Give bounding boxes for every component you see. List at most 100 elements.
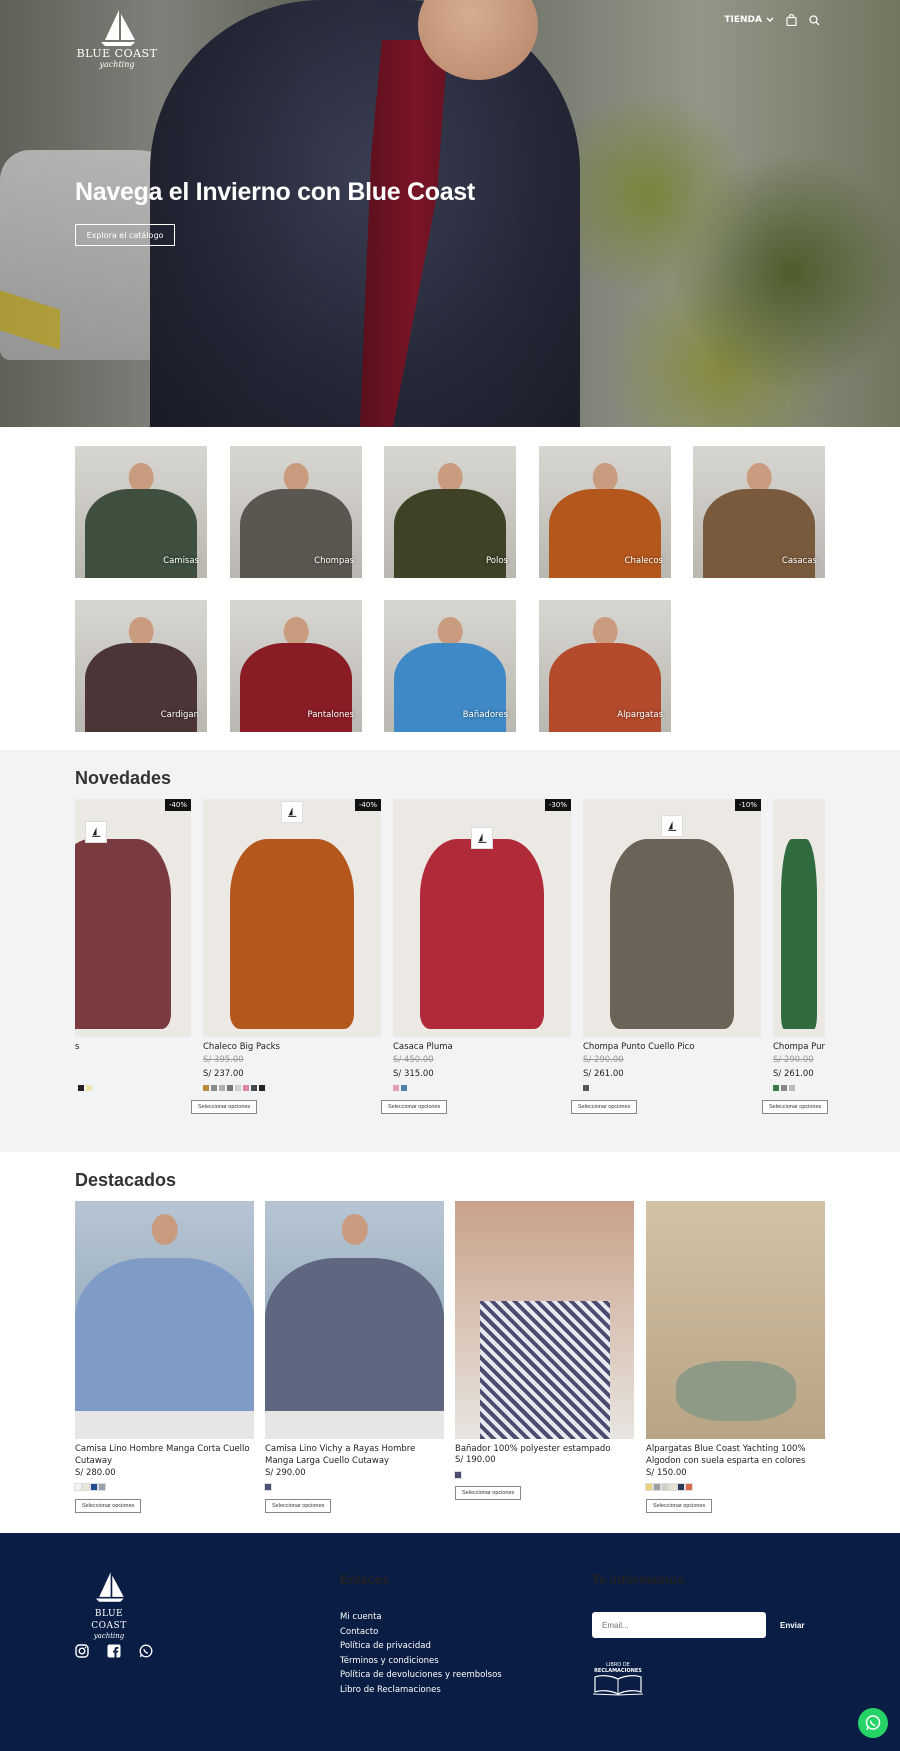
product-image[interactable]: -30% xyxy=(393,799,571,1037)
complaints-book-link[interactable]: LIBRO DE RECLAMACIONES xyxy=(592,1662,644,1700)
color-swatch[interactable] xyxy=(227,1085,233,1091)
product-image[interactable] xyxy=(646,1201,825,1439)
color-swatches xyxy=(583,1085,589,1091)
category-card[interactable]: Cardigan xyxy=(75,600,207,732)
shop-menu[interactable]: TIENDA xyxy=(724,15,774,25)
color-swatch[interactable] xyxy=(86,1085,92,1091)
footer-brand-name: BLUE COAST xyxy=(91,1609,127,1631)
brand-name: BLUE COAST xyxy=(76,47,158,60)
garment xyxy=(676,1361,796,1421)
footer-links-title: Enlaces xyxy=(340,1572,390,1587)
color-swatch[interactable] xyxy=(669,1483,677,1491)
color-swatch[interactable] xyxy=(90,1483,98,1491)
select-options-button[interactable]: Seleccionar opciones xyxy=(265,1499,332,1513)
color-swatch[interactable] xyxy=(219,1085,225,1091)
garment xyxy=(480,1301,610,1439)
select-options-button[interactable]: Seleccionar opciones xyxy=(646,1499,713,1513)
color-swatch[interactable] xyxy=(645,1483,653,1491)
color-swatch[interactable] xyxy=(78,1085,84,1091)
category-label: Chompas xyxy=(314,556,354,566)
color-swatch[interactable] xyxy=(74,1483,82,1491)
color-swatch[interactable] xyxy=(264,1483,272,1491)
category-card[interactable]: Bañadores xyxy=(384,600,516,732)
category-label: Alpargatas xyxy=(617,710,663,720)
color-swatch[interactable] xyxy=(243,1085,249,1091)
product-price: S/ 150.00 xyxy=(646,1468,687,1478)
garment xyxy=(229,839,355,1029)
brand-logo[interactable]: BLUE COAST yachting xyxy=(75,8,159,78)
product-image[interactable]: -10% xyxy=(583,799,761,1037)
product-name[interactable]: Bañador 100% polyester estampado xyxy=(455,1443,634,1455)
color-swatch[interactable] xyxy=(685,1483,693,1491)
instagram-icon[interactable] xyxy=(75,1644,89,1658)
category-label: Chalecos xyxy=(624,556,663,566)
color-swatch[interactable] xyxy=(82,1483,90,1491)
product-name[interactable]: Camisa Lino Hombre Manga Corta Cuello Cu… xyxy=(75,1443,254,1467)
category-card[interactable]: Camisas xyxy=(75,446,207,578)
category-card[interactable]: Alpargatas xyxy=(539,600,671,732)
color-swatch[interactable] xyxy=(653,1483,661,1491)
color-swatch[interactable] xyxy=(98,1483,106,1491)
product-name[interactable]: Alpargatas Blue Coast Yachting 100% Algo… xyxy=(646,1443,825,1467)
product-price: S/ 237.00 xyxy=(203,1069,244,1079)
footer-logo[interactable]: BLUE COAST yachting xyxy=(77,1570,141,1640)
discount-badge: -30% xyxy=(544,799,571,811)
email-input[interactable] xyxy=(592,1612,766,1638)
brand-tag xyxy=(85,821,107,843)
whatsapp-floating-button[interactable] xyxy=(858,1708,888,1738)
shop-menu-label: TIENDA xyxy=(724,15,762,25)
whatsapp-icon[interactable] xyxy=(139,1644,153,1658)
search-icon[interactable] xyxy=(809,14,820,26)
color-swatches xyxy=(264,1483,272,1491)
footer-brand-sub: yachting xyxy=(93,1632,125,1640)
color-swatch[interactable] xyxy=(235,1085,241,1091)
select-options-button[interactable]: Seleccionar opciones xyxy=(455,1486,522,1500)
product-image[interactable] xyxy=(265,1201,444,1439)
product-name[interactable]: s xyxy=(75,1042,79,1052)
category-card[interactable]: Casacas xyxy=(693,446,825,578)
product-name[interactable]: Camisa Lino Vichy a Rayas Hombre Manga L… xyxy=(265,1443,444,1467)
color-swatch[interactable] xyxy=(251,1085,257,1091)
color-swatch[interactable] xyxy=(259,1085,265,1091)
product-old-price: S/ 290.00 xyxy=(773,1055,814,1065)
product-name[interactable]: Chaleco Big Packs xyxy=(203,1042,280,1052)
category-card[interactable]: Pantalones xyxy=(230,600,362,732)
color-swatch[interactable] xyxy=(773,1085,779,1091)
category-card[interactable]: Polos xyxy=(384,446,516,578)
product-image[interactable]: -40% xyxy=(203,799,381,1037)
color-swatch[interactable] xyxy=(661,1483,669,1491)
product-image[interactable]: -40% xyxy=(75,799,191,1037)
product-image[interactable] xyxy=(75,1201,254,1439)
select-options-button[interactable]: Seleccionar opciones xyxy=(381,1100,448,1114)
category-card[interactable]: Chompas xyxy=(230,446,362,578)
color-swatch[interactable] xyxy=(454,1471,462,1479)
select-options-button[interactable]: Seleccionar opciones xyxy=(191,1100,258,1114)
footer-link[interactable]: Términos y condiciones xyxy=(340,1656,439,1666)
color-swatch[interactable] xyxy=(781,1085,787,1091)
color-swatch[interactable] xyxy=(583,1085,589,1091)
product-name[interactable]: Chompa Punto Cuello Pico xyxy=(583,1042,694,1052)
footer-link[interactable]: Mi cuenta xyxy=(340,1612,382,1622)
color-swatch[interactable] xyxy=(401,1085,407,1091)
footer-link[interactable]: Contacto xyxy=(340,1627,378,1637)
bag-icon[interactable] xyxy=(786,14,797,26)
color-swatch[interactable] xyxy=(789,1085,795,1091)
color-swatch[interactable] xyxy=(677,1483,685,1491)
product-name[interactable]: Chompa Punt xyxy=(773,1042,825,1052)
send-button[interactable]: Enviar xyxy=(780,1612,804,1638)
facebook-icon[interactable] xyxy=(107,1644,121,1658)
color-swatch[interactable] xyxy=(211,1085,217,1091)
footer-link[interactable]: Política de devoluciones y reembolsos xyxy=(340,1670,502,1680)
color-swatch[interactable] xyxy=(203,1085,209,1091)
footer-link[interactable]: Libro de Reclamaciones xyxy=(340,1685,441,1695)
category-card[interactable]: Chalecos xyxy=(539,446,671,578)
select-options-button[interactable]: Seleccionar opciones xyxy=(762,1100,829,1114)
product-image[interactable] xyxy=(455,1201,634,1439)
explore-catalog-button[interactable]: Explora el catálogo xyxy=(75,224,175,246)
product-image[interactable] xyxy=(773,799,825,1037)
select-options-button[interactable]: Seleccionar opciones xyxy=(571,1100,638,1114)
product-name[interactable]: Casaca Pluma xyxy=(393,1042,453,1052)
select-options-button[interactable]: Seleccionar opciones xyxy=(75,1499,142,1513)
footer-link[interactable]: Política de privacidad xyxy=(340,1641,431,1651)
color-swatch[interactable] xyxy=(393,1085,399,1091)
